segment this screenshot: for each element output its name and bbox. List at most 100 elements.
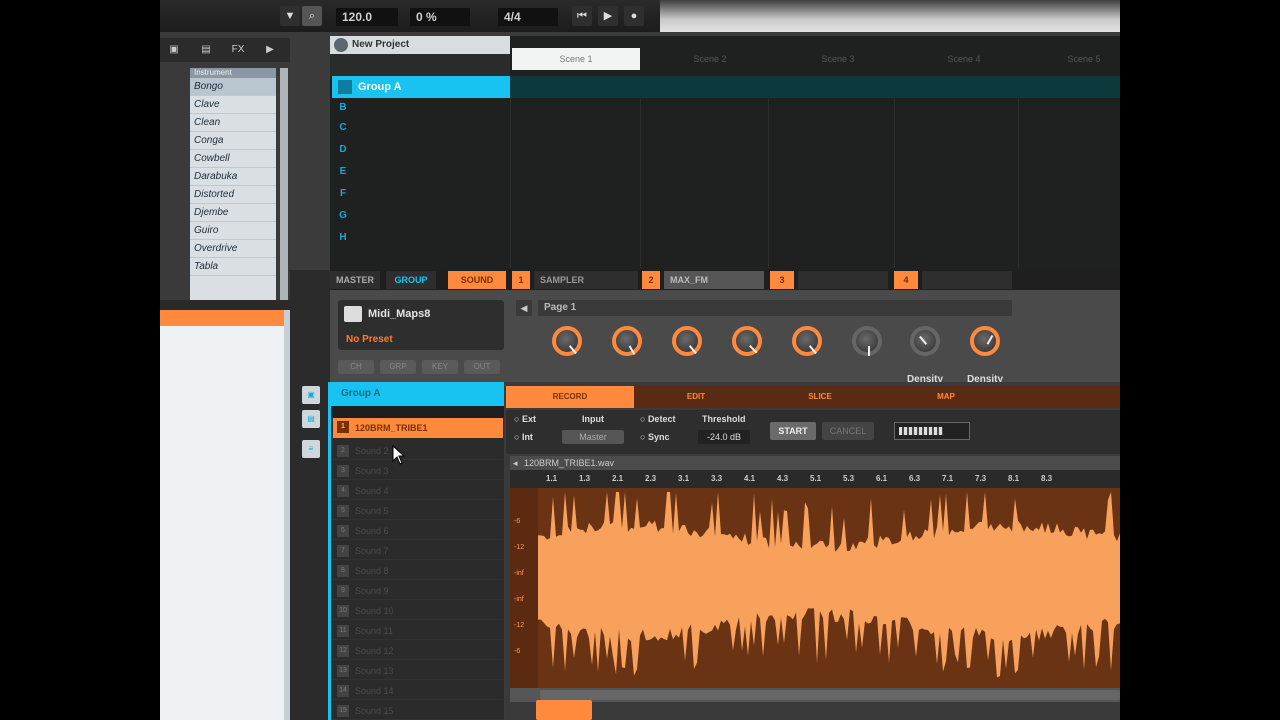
sound-row[interactable]: 6 Sound 6 [333, 522, 503, 540]
preset-box[interactable]: Midi_Maps8 No Preset [338, 300, 504, 350]
sound-row[interactable]: 15 Sound 15 [333, 702, 503, 720]
slice-tab[interactable]: SLICE [758, 386, 882, 408]
results-selected-row[interactable] [160, 310, 284, 326]
pattern-icon[interactable]: ▤ [302, 410, 320, 428]
group-slot-letter[interactable]: G [336, 208, 350, 224]
fx-tab[interactable]: FX [226, 40, 250, 60]
slot-1-indicator[interactable]: 1 [512, 271, 530, 289]
record-icon[interactable]: ● [624, 6, 644, 26]
out-button[interactable]: OUT [464, 360, 500, 374]
parameter-knob[interactable] [852, 326, 882, 356]
group-a-pattern-track[interactable] [510, 76, 1120, 98]
group-a-row[interactable]: Group A [332, 76, 510, 98]
sound-row[interactable]: 7 Sound 7 [333, 542, 503, 560]
sound-row[interactable]: 5 Sound 5 [333, 502, 503, 520]
record-tab[interactable]: RECORD [506, 386, 634, 408]
midi-icon[interactable]: ≡ [302, 440, 320, 458]
sound-row[interactable]: 11 Sound 11 [333, 622, 503, 640]
sound-row[interactable]: 14 Sound 14 [333, 682, 503, 700]
play-tab-icon[interactable]: ▶ [258, 40, 282, 60]
group-slot-letter[interactable]: D [336, 142, 350, 158]
scene-tab[interactable]: Scene 3 [774, 48, 902, 70]
parameter-knob[interactable] [732, 326, 762, 356]
sample-back-icon[interactable]: ◂ [513, 456, 518, 470]
tempo-display[interactable]: 120.0 [336, 8, 398, 26]
sampler-slot[interactable]: SAMPLER [534, 271, 638, 289]
instrument-tab-icon[interactable]: ▣ [162, 40, 186, 60]
zoom-handle[interactable] [536, 700, 592, 720]
tag-item[interactable]: Guiro [190, 222, 276, 240]
time-ruler[interactable]: 1.1 1.3 2.1 2.3 3.1 3.3 4.1 4.3 5.1 5.3 6.1 6.3 7.1 7… [510, 470, 1120, 488]
ext-radio[interactable]: ○ Ext [514, 414, 536, 424]
master-tab[interactable]: MASTER [330, 271, 380, 289]
sound-row[interactable]: 9 Sound 9 [333, 582, 503, 600]
play-icon[interactable]: ▶ [598, 6, 618, 26]
group-slot-letter[interactable]: E [336, 164, 350, 180]
input-source-select[interactable]: Master [562, 430, 624, 444]
detect-radio[interactable]: ○ Detect [640, 414, 675, 424]
sample-icon[interactable]: ▣ [302, 386, 320, 404]
scene-tab[interactable]: Scene 5 [1020, 48, 1120, 70]
slot-2-indicator[interactable]: 2 [642, 271, 660, 289]
parameter-knob[interactable] [792, 326, 822, 356]
sound-row[interactable]: 12 Sound 12 [333, 642, 503, 660]
tag-item[interactable]: Clave [190, 96, 276, 114]
arrow-down-icon[interactable]: ▼ [280, 6, 300, 26]
tag-item[interactable]: Darabuka [190, 168, 276, 186]
library-tab-icon[interactable]: ▤ [194, 40, 218, 60]
empty-slot[interactable] [922, 271, 1012, 289]
grp-button[interactable]: GRP [380, 360, 416, 374]
density-knob[interactable] [970, 326, 1000, 356]
group-slot-letter[interactable]: B [336, 100, 350, 116]
slot-4-indicator[interactable]: 4 [894, 271, 918, 289]
insert-slot[interactable]: MAX_FM [664, 271, 764, 289]
tag-item[interactable]: Overdrive [190, 240, 276, 258]
page-prev-icon[interactable]: ◀ [516, 300, 532, 316]
map-tab[interactable]: MAP [884, 386, 1008, 408]
page-selector[interactable]: Page 1 [538, 300, 1012, 316]
scene-tab[interactable]: Scene 4 [900, 48, 1028, 70]
parameter-knob[interactable] [672, 326, 702, 356]
tag-item[interactable]: Djembe [190, 204, 276, 222]
time-signature[interactable]: 4/4 [498, 8, 558, 26]
waveform-scrollbar[interactable] [510, 688, 1120, 702]
sync-radio[interactable]: ○ Sync [640, 432, 669, 442]
group-slot-letter[interactable]: H [336, 230, 350, 246]
int-radio[interactable]: ○ Int [514, 432, 533, 442]
scene-tab[interactable]: Scene 1 [512, 48, 640, 70]
cancel-button[interactable]: CANCEL [822, 422, 874, 440]
key-button[interactable]: KEY [422, 360, 458, 374]
parameter-knob[interactable] [612, 326, 642, 356]
sound-selected[interactable]: 1 120BRM_TRIBE1 [333, 418, 503, 438]
group-slot-letter[interactable]: F [336, 186, 350, 202]
threshold-value[interactable]: -24.0 dB [698, 430, 750, 444]
sound-row[interactable]: 2 Sound 2 [333, 442, 503, 460]
ch-button[interactable]: CH [338, 360, 374, 374]
rewind-icon[interactable]: ⏮ [572, 6, 592, 26]
scene-tab[interactable]: Scene 2 [646, 48, 774, 70]
sound-tab[interactable]: SOUND [448, 271, 506, 289]
waveform-display[interactable]: -6 -12 -inf -inf -12 -6 [510, 488, 1120, 688]
density-knob[interactable] [910, 326, 940, 356]
edit-tab[interactable]: EDIT [636, 386, 756, 408]
search-icon[interactable]: ⌕ [302, 6, 322, 26]
group-tab[interactable]: GROUP [386, 271, 436, 289]
sound-list-group-header[interactable]: Group A [331, 382, 504, 406]
sound-row[interactable]: 10 Sound 10 [333, 602, 503, 620]
tag-item[interactable]: Cowbell [190, 150, 276, 168]
tag-item[interactable]: Tabla [190, 258, 276, 276]
tag-item[interactable]: Distorted [190, 186, 276, 204]
sound-row[interactable]: 13 Sound 13 [333, 662, 503, 680]
sound-row[interactable]: 8 Sound 8 [333, 562, 503, 580]
parameter-knob[interactable] [552, 326, 582, 356]
tag-item[interactable]: Conga [190, 132, 276, 150]
empty-slot[interactable] [798, 271, 888, 289]
slot-3-indicator[interactable]: 3 [770, 271, 794, 289]
scroll-thumb[interactable] [540, 690, 1120, 700]
tag-item[interactable]: Bongo [190, 78, 276, 96]
tag-list-scrollbar[interactable] [280, 68, 288, 300]
group-slot-letter[interactable]: C [336, 120, 350, 136]
tag-item[interactable]: Clean [190, 114, 276, 132]
sound-row[interactable]: 4 Sound 4 [333, 482, 503, 500]
sound-row[interactable]: 3 Sound 3 [333, 462, 503, 480]
